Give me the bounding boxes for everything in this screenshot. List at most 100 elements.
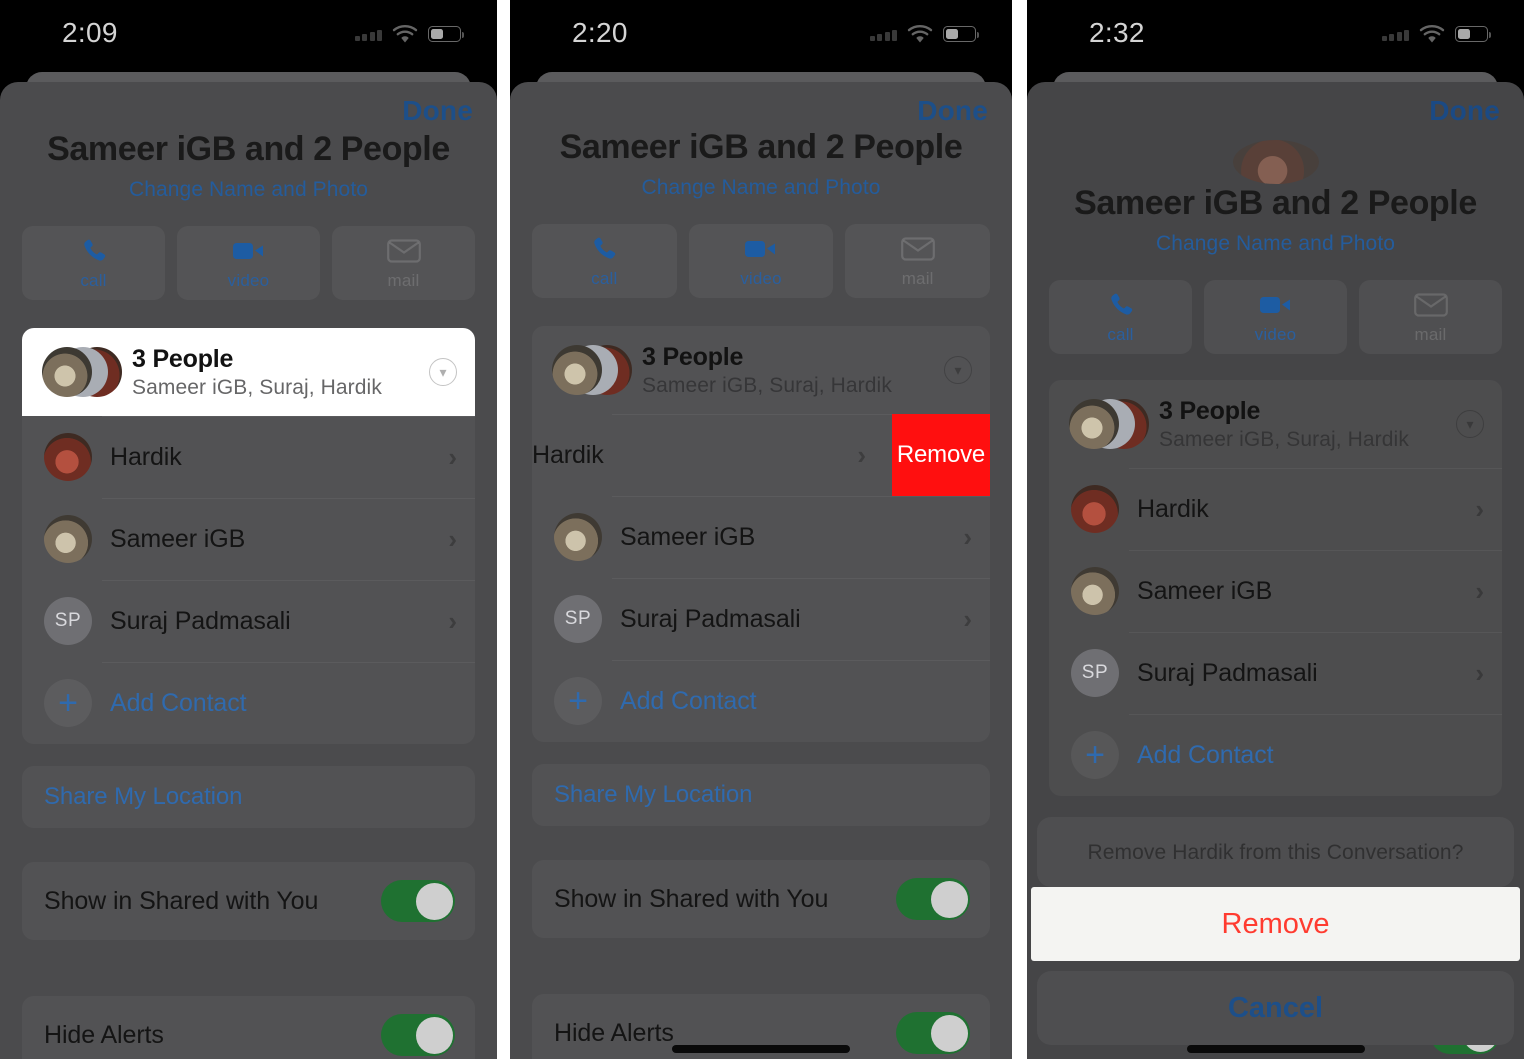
show-in-shared-with-you-toggle[interactable] (381, 880, 455, 922)
video-action-button[interactable]: video (177, 226, 320, 300)
contact-row-suraj[interactable]: SP Suraj Padmasali › (1049, 632, 1502, 714)
sheet-topbar-3: Done (1027, 82, 1524, 140)
wifi-icon (907, 24, 933, 44)
video-action-button[interactable]: video (1204, 280, 1347, 354)
show-in-shared-with-you-toggle[interactable] (896, 878, 970, 920)
mail-action-button: mail (332, 226, 475, 300)
call-action-button[interactable]: call (22, 226, 165, 300)
hide-alerts-toggle[interactable] (381, 1014, 455, 1056)
add-contact-label: Add Contact (110, 688, 247, 717)
share-my-location-row[interactable]: Share My Location (22, 766, 475, 828)
contact-row-sameer[interactable]: Sameer iGB › (532, 496, 990, 578)
call-action-label: call (80, 270, 107, 290)
chevron-down-circle-icon[interactable]: ▾ (429, 358, 457, 386)
change-name-and-photo-button[interactable]: Change Name and Photo (510, 176, 1012, 200)
group-details-sheet-1: Done Sameer iGB and 2 People Change Name… (0, 82, 497, 1059)
change-name-and-photo-button[interactable]: Change Name and Photo (1027, 232, 1524, 256)
status-indicators (354, 24, 464, 44)
group-details-sheet-2: Done Sameer iGB and 2 People Change Name… (510, 82, 1012, 1059)
phone-icon (590, 234, 618, 264)
add-contact-row[interactable]: + Add Contact (532, 660, 990, 742)
call-action-label: call (591, 268, 618, 288)
wifi-icon (1419, 24, 1445, 44)
panel-divider-2 (1012, 0, 1027, 1059)
call-action-button[interactable]: call (1049, 280, 1192, 354)
show-in-shared-with-you-label: Show in Shared with You (554, 884, 829, 913)
status-clock: 2:32 (1089, 17, 1145, 48)
quick-actions-row-1: call video mail (0, 202, 497, 300)
home-indicator (672, 1045, 850, 1053)
chevron-right-icon: › (1475, 493, 1484, 524)
group-header-title: 3 People (132, 344, 234, 373)
cancel-button[interactable]: Cancel (1037, 971, 1514, 1045)
group-title: Sameer iGB and 2 People (47, 130, 450, 168)
video-action-button[interactable]: video (688, 224, 834, 298)
chevron-right-icon: › (448, 605, 457, 636)
contact-name: Suraj Padmasali (110, 606, 291, 635)
avatar-initials: SP (44, 597, 92, 645)
hide-alerts-row[interactable]: Hide Alerts (22, 996, 475, 1059)
home-indicator (1186, 1045, 1365, 1053)
quick-actions-row-3: call video mail (1027, 256, 1524, 354)
hide-alerts-label: Hide Alerts (44, 1020, 164, 1049)
status-bar-3: 2:32 (1027, 0, 1524, 62)
hide-alerts-label: Hide Alerts (554, 1018, 674, 1047)
contact-row-hardik[interactable]: Hardik › (22, 416, 475, 498)
envelope-icon (386, 236, 421, 266)
chevron-right-icon: › (448, 441, 457, 472)
action-sheet-group: Remove Hardik from this Conversation? (1037, 817, 1514, 887)
chevron-right-icon: › (448, 523, 457, 554)
done-button[interactable]: Done (402, 95, 473, 127)
video-camera-icon (744, 234, 778, 264)
avatar-initials: SP (1071, 649, 1119, 697)
contact-name: Hardik (1137, 494, 1209, 523)
done-button[interactable]: Done (917, 95, 988, 127)
envelope-icon (1413, 290, 1448, 320)
cellular-signal-icon (1381, 28, 1409, 41)
three-panel-screenshot: 2:09 Done Sameer iGB and 2 People Change… (0, 0, 1524, 1059)
share-my-location-row[interactable]: Share My Location (532, 764, 990, 826)
chevron-down-circle-icon[interactable]: ▾ (944, 356, 972, 384)
chevron-down-circle-icon[interactable]: ▾ (1456, 410, 1484, 438)
contact-row-sameer[interactable]: Sameer iGB › (1049, 550, 1502, 632)
avatar (1071, 567, 1119, 615)
battery-icon (943, 26, 979, 42)
mail-action-button: mail (845, 224, 991, 298)
add-contact-row[interactable]: + Add Contact (1049, 714, 1502, 796)
chevron-right-icon: › (963, 603, 972, 634)
cellular-signal-icon (869, 28, 897, 41)
status-clock: 2:20 (572, 17, 628, 48)
contact-row-suraj[interactable]: SP Suraj Padmasali › (532, 578, 990, 660)
contact-name: Hardik (532, 440, 604, 469)
group-header-row[interactable]: 3 People Sameer iGB, Suraj, Hardik ▾ (1049, 380, 1502, 468)
group-header-subtitle: Sameer iGB, Suraj, Hardik (132, 375, 382, 399)
contact-name: Hardik (110, 442, 182, 471)
contact-row-sameer[interactable]: Sameer iGB › (22, 498, 475, 580)
done-button[interactable]: Done (1429, 95, 1500, 127)
avatar (1071, 485, 1119, 533)
swipe-remove-button[interactable]: Remove (892, 414, 990, 496)
contact-row-suraj[interactable]: SP Suraj Padmasali › (22, 580, 475, 662)
show-in-shared-with-you-row[interactable]: Show in Shared with You (22, 862, 475, 940)
group-header-row[interactable]: 3 People Sameer iGB, Suraj, Hardik ▾ (532, 326, 990, 414)
contact-row-hardik-swiped[interactable]: Hardik › Remove (532, 414, 990, 496)
phone-panel-1: 2:09 Done Sameer iGB and 2 People Change… (0, 0, 497, 1059)
contact-name: Sameer iGB (620, 522, 756, 551)
add-contact-row[interactable]: + Add Contact (22, 662, 475, 744)
group-photo (1232, 140, 1319, 184)
group-avatar-stack (1069, 399, 1151, 449)
show-in-shared-with-you-row[interactable]: Show in Shared with You (532, 860, 990, 938)
panel-divider-1 (497, 0, 510, 1059)
quick-actions-row-2: call video mail (510, 200, 1012, 298)
call-action-label: call (1107, 324, 1134, 344)
contact-row-hardik[interactable]: Hardik › (1049, 468, 1502, 550)
phone-icon (1107, 290, 1135, 320)
contacts-card-3: 3 People Sameer iGB, Suraj, Hardik ▾ Har… (1049, 380, 1502, 796)
group-header-row[interactable]: 3 People Sameer iGB, Suraj, Hardik ▾ (22, 328, 475, 416)
change-name-and-photo-button[interactable]: Change Name and Photo (0, 178, 497, 202)
remove-confirm-button[interactable]: Remove (1031, 887, 1520, 961)
group-details-sheet-3: Done Sameer iGB and 2 People Change Name… (1027, 82, 1524, 1059)
video-action-label: video (227, 270, 270, 290)
hide-alerts-toggle[interactable] (896, 1012, 970, 1054)
call-action-button[interactable]: call (532, 224, 677, 298)
